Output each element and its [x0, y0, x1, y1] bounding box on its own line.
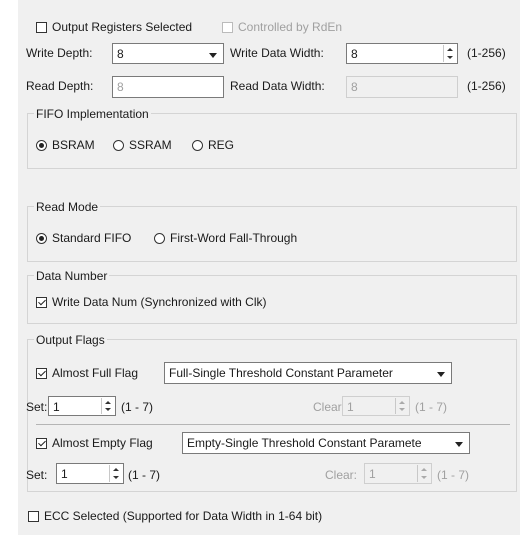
almost-full-mode-select[interactable]: Full-Single Threshold Constant Parameter [164, 362, 452, 384]
almost-full-set-spinbox[interactable]: 1 [48, 396, 116, 416]
write-data-num-label: Write Data Num (Synchronized with Clk) [52, 295, 267, 309]
almost-empty-set-label: Set: [26, 468, 48, 482]
almost-empty-clear-range: (1 - 7) [437, 468, 470, 482]
almost-full-clear-label: Clear: [313, 400, 346, 414]
radio-bsram[interactable] [36, 140, 47, 151]
almost-empty-clear-spinbox: 1 [364, 463, 432, 484]
spin-arrows-icon[interactable] [109, 465, 122, 482]
write-data-num-checkbox[interactable] [36, 297, 47, 308]
almost-full-clear-spinbox: 1 [342, 396, 410, 416]
write-depth-select[interactable]: 8 [112, 43, 224, 64]
write-data-width-range: (1-256) [467, 46, 506, 60]
ecc-selected-label: ECC Selected (Supported for Data Width i… [44, 509, 323, 523]
read-data-width-range: (1-256) [467, 79, 506, 93]
spin-arrows-icon[interactable] [443, 45, 456, 62]
almost-empty-clear-label: Clear: [325, 468, 358, 482]
fifo-implementation-group [27, 113, 517, 169]
ecc-selected-checkbox[interactable] [28, 511, 39, 522]
almost-empty-mode-select[interactable]: Empty-Single Threshold Constant Paramete [182, 432, 470, 454]
output-registers-label: Output Registers Selected [52, 20, 193, 34]
write-data-width-label: Write Data Width: [230, 46, 324, 60]
almost-empty-set-range: (1 - 7) [128, 468, 161, 482]
chevron-down-icon [455, 442, 463, 447]
read-depth-label: Read Depth: [26, 79, 94, 93]
almost-full-checkbox[interactable] [36, 368, 47, 379]
controlled-by-rden-checkbox [222, 22, 233, 33]
read-data-width-label: Read Data Width: [230, 79, 325, 93]
almost-full-set-range: (1 - 7) [121, 400, 154, 414]
chevron-down-icon [209, 53, 217, 58]
almost-empty-checkbox[interactable] [36, 438, 47, 449]
almost-full-clear-range: (1 - 7) [415, 400, 448, 414]
radio-standard-fifo[interactable] [36, 233, 47, 244]
fifo-implementation-title: FIFO Implementation [34, 107, 151, 121]
chevron-down-icon [437, 372, 445, 377]
almost-full-label: Almost Full Flag [52, 366, 139, 380]
write-data-width-spinbox[interactable]: 8 [346, 43, 458, 64]
read-mode-title: Read Mode [34, 200, 101, 214]
controlled-by-rden-label: Controlled by RdEn [238, 20, 343, 34]
radio-ssram[interactable] [113, 140, 124, 151]
data-number-title: Data Number [34, 269, 110, 283]
radio-bsram-label: BSRAM [52, 138, 95, 152]
flags-divider [36, 424, 510, 425]
fifo-config-panel: Output Registers Selected Controlled by … [18, 0, 520, 535]
almost-empty-set-spinbox[interactable]: 1 [56, 463, 124, 484]
almost-empty-label: Almost Empty Flag [52, 436, 153, 450]
almost-full-set-label: Set: [26, 400, 48, 414]
spin-arrows-icon [395, 398, 408, 414]
radio-standard-fifo-label: Standard FIFO [52, 231, 132, 245]
output-flags-title: Output Flags [34, 333, 107, 347]
read-depth-field[interactable]: 8 [112, 76, 224, 98]
output-registers-checkbox[interactable] [36, 22, 47, 33]
radio-first-word-fall-through[interactable] [154, 233, 165, 244]
read-data-width-field: 8 [346, 76, 458, 98]
radio-ssram-label: SSRAM [129, 138, 172, 152]
radio-first-word-fall-through-label: First-Word Fall-Through [170, 231, 298, 245]
spin-arrows-icon[interactable] [101, 398, 114, 414]
radio-reg[interactable] [192, 140, 203, 151]
write-depth-label: Write Depth: [26, 46, 93, 60]
spin-arrows-icon [417, 465, 430, 482]
radio-reg-label: REG [208, 138, 235, 152]
